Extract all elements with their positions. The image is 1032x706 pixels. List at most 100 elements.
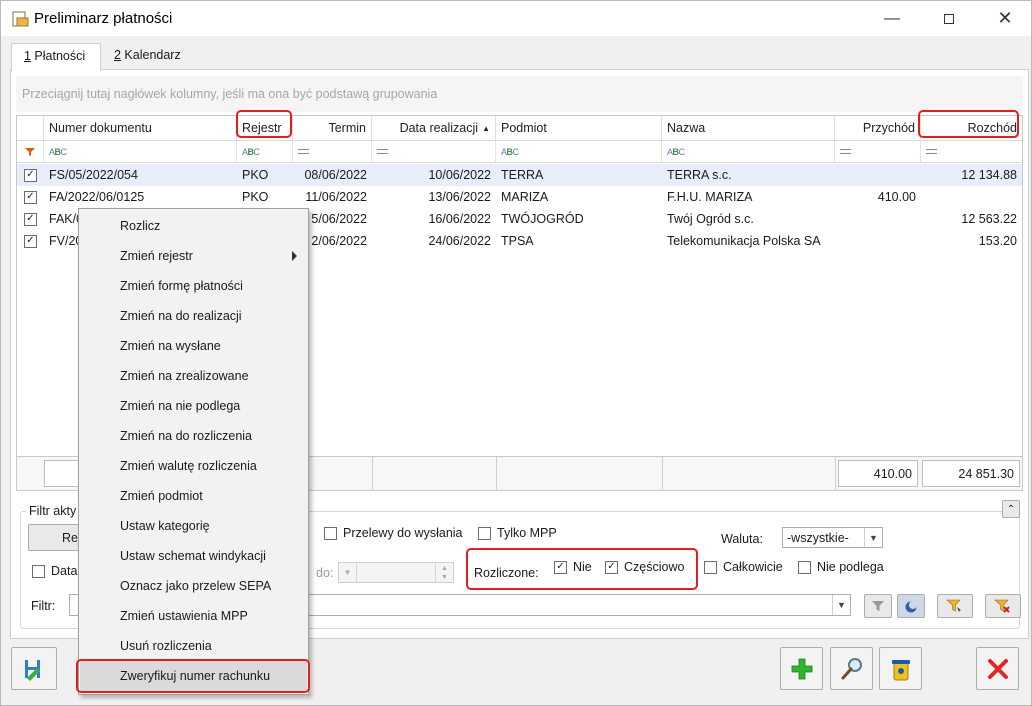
cell-numer: FS/05/2022/054: [49, 168, 138, 182]
cell-podmiot: TERRA: [501, 168, 544, 182]
abc-filter-icon[interactable]: ABC: [237, 141, 293, 162]
row-checkbox[interactable]: ✓: [24, 168, 37, 182]
menu-item-zmien-na-wyslane[interactable]: Zmień na wysłane: [80, 331, 307, 361]
menu-item-zmien-na-do-rozliczenia[interactable]: Zmień na do rozliczenia: [80, 421, 307, 451]
cell-termin: 08/06/2022: [304, 168, 367, 182]
data-filter-option[interactable]: Data: [32, 564, 77, 578]
menu-item-zmien-forme-platnosci[interactable]: Zmień formę płatności: [80, 271, 307, 301]
close-icon[interactable]: ✕: [982, 1, 1028, 36]
equals-filter-icon[interactable]: [835, 141, 921, 162]
waluta-select[interactable]: -wszystkie- ▼: [782, 527, 883, 548]
przelewy-checkbox[interactable]: [324, 526, 337, 540]
select-column-header[interactable]: [17, 116, 44, 140]
table-row[interactable]: ✓ FA/2022/06/0125 PKO 11/06/2022 13/06/2…: [17, 186, 1022, 208]
preview-magnifier-icon[interactable]: [830, 647, 873, 690]
czesciowo-label: Częściowo: [624, 560, 685, 574]
menu-item-zmien-rejestr[interactable]: Zmień rejestr: [80, 241, 307, 271]
data-checkbox[interactable]: [32, 564, 45, 578]
nie-podlega-label: Nie podlega: [817, 560, 884, 574]
column-header-przychod[interactable]: Przychód: [835, 116, 921, 140]
grid-filter-row: ABC ABC ABC ABC: [17, 141, 1022, 163]
abc-filter-icon[interactable]: ABC: [662, 141, 835, 162]
menu-item-zmien-na-do-realizacji[interactable]: Zmień na do realizacji: [80, 301, 307, 331]
maximize-icon[interactable]: [926, 1, 972, 36]
menu-item-zmien-rejestr-label: Zmień rejestr: [120, 249, 193, 263]
context-menu: Rozlicz Zmień rejestr Zmień formę płatno…: [78, 208, 309, 695]
cell-przychod: 410.00: [877, 190, 916, 204]
rozliczone-nie-option[interactable]: ✓ Nie: [554, 560, 592, 574]
filter-add-icon[interactable]: [937, 594, 973, 618]
column-header-numer[interactable]: Numer dokumentu: [44, 116, 237, 140]
group-by-area[interactable]: Przeciągnij tutaj nagłówek kolumny, jeśl…: [16, 76, 1023, 112]
abc-filter-icon[interactable]: ABC: [496, 141, 662, 162]
menu-item-usun-rozliczenia[interactable]: Usuń rozliczenia: [80, 631, 307, 661]
waluta-label: Waluta:: [721, 532, 763, 546]
filter-clear-icon[interactable]: [985, 594, 1021, 618]
date-spinner-icon: ▲ ▼: [435, 563, 453, 582]
row-checkbox[interactable]: ✓: [24, 190, 37, 204]
menu-item-ustaw-kategorie[interactable]: Ustaw kategorię: [80, 511, 307, 541]
cell-nazwa: F.H.U. MARIZA: [667, 190, 753, 204]
filter-gray-icon[interactable]: [864, 594, 892, 618]
tylko-mpp-checkbox[interactable]: [478, 526, 491, 540]
calkowicie-checkbox[interactable]: [704, 560, 717, 574]
tab-kalendarz[interactable]: 2 Kalendarz: [102, 43, 192, 70]
tab-kalendarz-label: Kalendarz: [120, 48, 181, 62]
minimize-icon[interactable]: —: [869, 1, 915, 36]
tab-platnosci[interactable]: 1 Płatności: [11, 43, 101, 71]
menu-item-zmien-podmiot[interactable]: Zmień podmiot: [80, 481, 307, 511]
rozliczone-czesciowo-option[interactable]: ✓ Częściowo: [605, 560, 684, 574]
menu-item-ustaw-schemat-windykacji[interactable]: Ustaw schemat windykacji: [80, 541, 307, 571]
column-header-rozchod[interactable]: Rozchód: [921, 116, 1022, 140]
menu-item-zmien-ustawienia-mpp[interactable]: Zmień ustawienia MPP: [80, 601, 307, 631]
table-row[interactable]: ✓ FS/05/2022/054 PKO 08/06/2022 10/06/20…: [17, 164, 1022, 186]
do-label: do:: [316, 566, 334, 580]
title-bar: Preliminarz płatności — ✕: [1, 1, 1031, 36]
menu-item-zmien-na-zrealizowane[interactable]: Zmień na zrealizowane: [80, 361, 307, 391]
cell-data-realizacji: 10/06/2022: [428, 168, 491, 182]
przelewy-do-wyslania-option[interactable]: Przelewy do wysłania: [324, 526, 463, 540]
row-checkbox[interactable]: ✓: [24, 212, 37, 226]
tylko-mpp-option[interactable]: Tylko MPP: [478, 526, 557, 540]
menu-item-zmien-walute-rozliczenia[interactable]: Zmień walutę rozliczenia: [80, 451, 307, 481]
sort-ascending-icon: ▲: [482, 123, 490, 133]
total-rozchod: 24 851.30: [922, 460, 1020, 487]
column-header-data-realizacji-label: Data realizacji: [399, 121, 479, 135]
column-header-rejestr[interactable]: Rejestr: [237, 116, 293, 140]
rozliczone-nie-podlega-option[interactable]: Nie podlega: [798, 560, 884, 574]
collapse-filter-button[interactable]: ⌃: [1002, 500, 1020, 518]
cell-nazwa: TERRA s.c.: [667, 168, 732, 182]
filter-row-icon[interactable]: [17, 141, 44, 162]
toggle-filter-icon[interactable]: [897, 594, 925, 618]
equals-filter-icon[interactable]: [293, 141, 372, 162]
column-header-data-realizacji[interactable]: Data realizacji ▲: [372, 116, 496, 140]
history-icon[interactable]: [11, 647, 57, 690]
filtr-label: Filtr:: [31, 599, 56, 613]
delete-trash-icon[interactable]: [879, 647, 922, 690]
calkowicie-label: Całkowicie: [723, 560, 783, 574]
cell-przychod: [835, 208, 921, 230]
column-header-termin[interactable]: Termin: [293, 116, 372, 140]
abc-filter-icon[interactable]: ABC: [44, 141, 237, 162]
menu-item-rozlicz[interactable]: Rozlicz: [80, 211, 307, 241]
rozliczone-label: Rozliczone:: [474, 566, 539, 580]
cell-termin: 11/06/2022: [305, 190, 367, 204]
row-checkbox[interactable]: ✓: [24, 234, 37, 248]
equals-filter-icon[interactable]: [921, 141, 1022, 162]
cancel-button[interactable]: [976, 647, 1019, 690]
date-to-field: ▼ ▲ ▼: [338, 562, 454, 583]
menu-item-zmien-na-nie-podlega[interactable]: Zmień na nie podlega: [80, 391, 307, 421]
rozliczone-calkowicie-option[interactable]: Całkowicie: [704, 560, 783, 574]
menu-item-oznacz-przelew-sepa[interactable]: Oznacz jako przelew SEPA: [80, 571, 307, 601]
column-header-nazwa[interactable]: Nazwa: [662, 116, 835, 140]
menu-item-zweryfikuj-numer-rachunku[interactable]: Zweryfikuj numer rachunku: [80, 661, 307, 691]
nie-podlega-checkbox[interactable]: [798, 560, 811, 574]
cell-rejestr: PKO: [242, 190, 269, 204]
nie-checkbox[interactable]: ✓: [554, 560, 567, 574]
cell-przychod: [835, 230, 921, 252]
czesciowo-checkbox[interactable]: ✓: [605, 560, 618, 574]
equals-filter-icon[interactable]: [372, 141, 496, 162]
cell-rozchod: [921, 186, 1022, 208]
column-header-podmiot[interactable]: Podmiot: [496, 116, 662, 140]
add-button[interactable]: [780, 647, 823, 690]
